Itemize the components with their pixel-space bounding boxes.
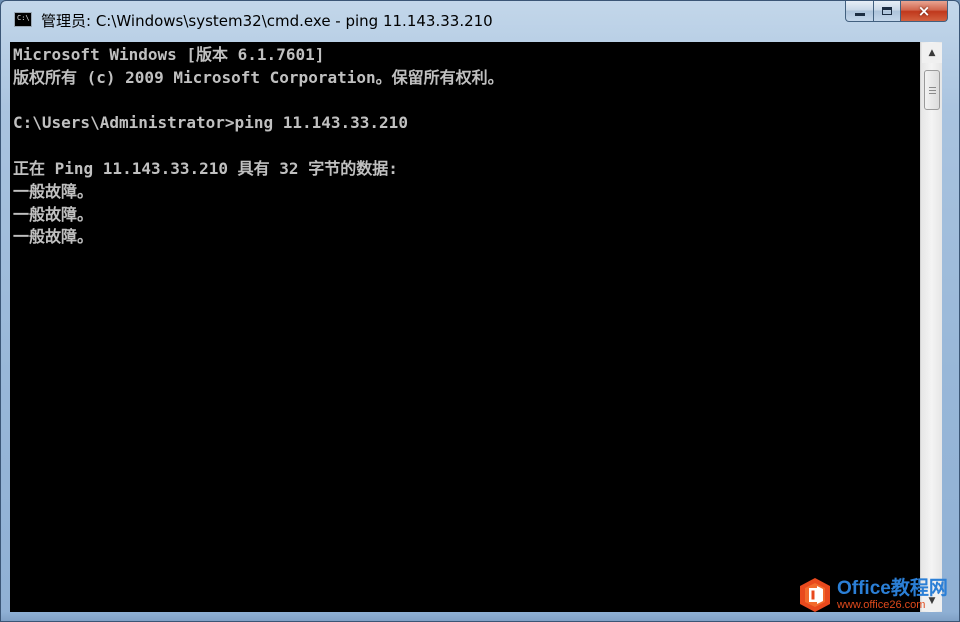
watermark-text: Office教程网 www.office26.com <box>837 577 948 612</box>
cmd-app-icon-label: C:\ <box>17 14 30 22</box>
console-line: 一般故障。 <box>13 181 94 201</box>
scroll-up-button[interactable]: ▲ <box>922 43 942 63</box>
console-line: 一般故障。 <box>13 204 94 224</box>
vertical-scrollbar[interactable]: ▲ ▼ <box>920 42 942 612</box>
grip-line <box>928 89 936 91</box>
scrollbar-thumb[interactable] <box>924 70 940 110</box>
watermark-brand: Office教程网 <box>837 577 948 599</box>
maximize-button[interactable] <box>874 1 901 22</box>
console-line: Microsoft Windows [版本 6.1.7601] <box>13 45 325 64</box>
console-line: 正在 Ping 11.143.33.210 具有 32 字节的数据: <box>13 158 398 178</box>
close-icon: × <box>917 1 931 20</box>
watermark: Office教程网 www.office26.com <box>797 573 957 617</box>
cmd-app-icon[interactable]: C:\ <box>14 12 32 27</box>
console-line: C:\Users\Administrator>ping 11.143.33.21… <box>13 113 408 133</box>
cmd-window: C:\ 管理员: C:\Windows\system32\cmd.exe - p… <box>0 0 960 622</box>
window-title: 管理员: C:\Windows\system32\cmd.exe - ping … <box>41 12 493 30</box>
minimize-button[interactable] <box>845 1 874 22</box>
close-button[interactable]: × <box>901 1 948 22</box>
caption-buttons: × <box>845 1 948 22</box>
watermark-url: www.office26.com <box>837 598 926 611</box>
grip-line <box>928 86 936 88</box>
console-output[interactable]: Microsoft Windows [版本 6.1.7601] 版权所有 (c)… <box>10 42 920 612</box>
console-line: 一般故障。 <box>13 227 94 247</box>
maximize-icon <box>882 7 892 15</box>
office-logo-icon <box>800 578 830 612</box>
title-bar[interactable]: C:\ 管理员: C:\Windows\system32\cmd.exe - p… <box>1 1 959 39</box>
grip-line <box>928 92 936 94</box>
minimize-icon <box>854 13 865 16</box>
chevron-up-icon: ▲ <box>928 48 936 58</box>
console-line: 版权所有 (c) 2009 Microsoft Corporation。保留所有… <box>13 67 504 87</box>
console-lines: Microsoft Windows [版本 6.1.7601] 版权所有 (c)… <box>13 44 504 249</box>
